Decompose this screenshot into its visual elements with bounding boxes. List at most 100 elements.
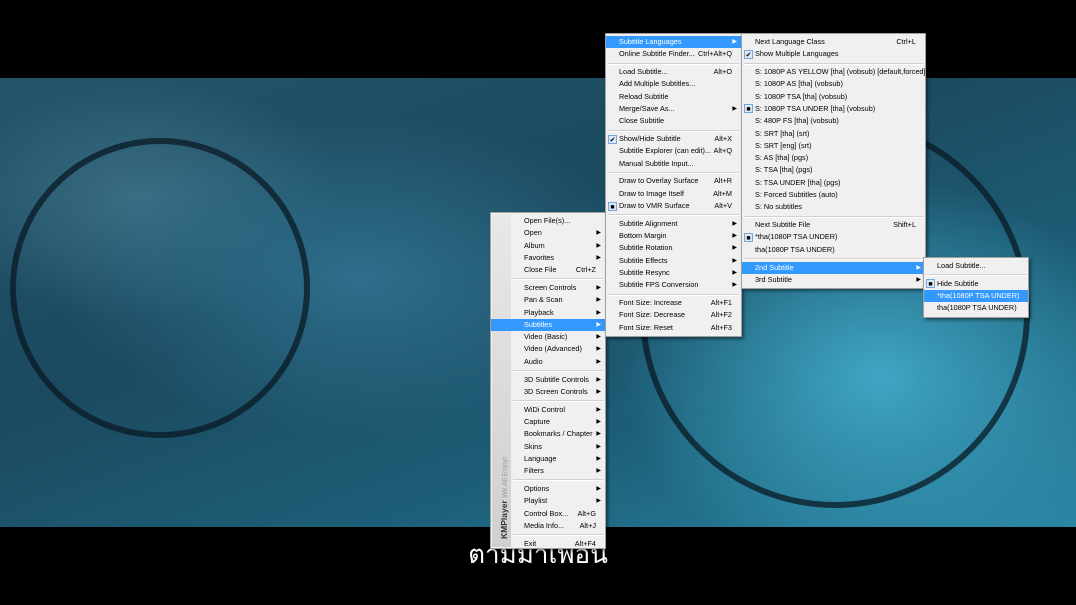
menu-item-shortcut: Alt+R — [713, 176, 732, 186]
menu-item-label: S: 480P FS [tha] (vobsub) — [755, 116, 839, 126]
menu-item-draw-to-image-itself[interactable]: Draw to Image Itself Alt+M — [606, 188, 741, 200]
menu-item-hide-subtitle[interactable]: ■ Hide Subtitle — [924, 278, 1028, 290]
menu-item-control-box[interactable]: Control Box... Alt+G — [491, 508, 605, 520]
submenu-arrow-icon: ▶ — [916, 264, 921, 271]
menu-item-audio[interactable]: Audio ▶ — [491, 356, 605, 368]
context-menu-main: KMPlayer We All Enjoy! Open File(s)... Op… — [490, 212, 606, 549]
submenu-arrow-icon: ▶ — [596, 388, 601, 395]
menu-item-label: Manual Subtitle Input... — [619, 158, 694, 168]
menu-item-s-1080p-as-tha-vobsub[interactable]: S: 1080P AS [tha] (vobsub) — [742, 78, 925, 90]
menu-item-label: Subtitle FPS Conversion — [619, 280, 699, 290]
menu-item-open[interactable]: Open ▶ — [491, 227, 605, 239]
menu-item-tha-1080p-tsa-under[interactable]: *tha(1080P TSA UNDER) — [924, 290, 1028, 303]
menu-item-show-hide-subtitle[interactable]: ✔ Show/Hide Subtitle Alt+X — [606, 133, 741, 145]
menu-item-subtitle-effects[interactable]: Subtitle Effects ▶ — [606, 255, 741, 267]
menu-item-s-1080p-as-yellow-tha-vobsub-default-forced[interactable]: S: 1080P AS YELLOW [tha] (vobsub) [defau… — [742, 66, 926, 78]
menu-item-s-srt-eng-srt[interactable]: S: SRT [eng] (srt) — [742, 140, 925, 152]
menu-item-video-basic[interactable]: Video (Basic) ▶ — [491, 331, 605, 343]
menu-item-label: S: SRT [tha] (srt) — [755, 128, 810, 138]
menu-item-s-tsa-under-tha-pgs[interactable]: S: TSA UNDER [tha] (pgs) — [742, 177, 925, 189]
menu-item-label: *tha(1080P TSA UNDER) — [937, 291, 1020, 301]
menu-item-show-multiple-languages[interactable]: ✔ Show Multiple Languages — [742, 48, 925, 60]
menu-item-open-file-s[interactable]: Open File(s)... — [491, 215, 605, 227]
menu-item-subtitle-explorer-can-edit[interactable]: Subtitle Explorer (can edit)... Alt+Q — [606, 145, 741, 157]
menu-item-label: S: 1080P AS [tha] (vobsub) — [755, 79, 843, 89]
menu-item-label: S: Forced Subtitles (auto) — [755, 190, 838, 200]
menu-item-pan-scan[interactable]: Pan & Scan ▶ — [491, 294, 605, 306]
menu-item-label: Capture — [524, 416, 550, 426]
menu-item-s-forced-subtitles-auto[interactable]: S: Forced Subtitles (auto) — [742, 189, 925, 201]
menu-item-playlist[interactable]: Playlist ▶ — [491, 495, 605, 507]
menu-item-options[interactable]: Options ▶ — [491, 483, 605, 495]
menu-item-label: Font Size: Decrease — [619, 310, 686, 320]
menu-item-merge-save-as[interactable]: Merge/Save As... ▶ — [606, 103, 741, 115]
menu-item-bottom-margin[interactable]: Bottom Margin ▶ — [606, 230, 741, 242]
menu-item-shortcut: Ctrl+Z — [575, 265, 596, 275]
menu-item-shortcut: Alt+V — [714, 201, 732, 211]
menu-item-label: WiDi Control — [524, 404, 565, 414]
menu-item-3d-screen-controls[interactable]: 3D Screen Controls ▶ — [491, 386, 605, 398]
menu-item-add-multiple-subtitles[interactable]: Add Multiple Subtitles... — [606, 78, 741, 90]
menu-item-font-size-increase[interactable]: Font Size: Increase Alt+F1 — [606, 297, 741, 309]
menu-item-label: S: 1080P TSA UNDER [tha] (vobsub) — [755, 103, 876, 113]
menu-item-label: tha(1080P TSA UNDER) — [937, 303, 1017, 313]
menu-item-font-size-reset[interactable]: Font Size: Reset Alt+F3 — [606, 322, 741, 334]
menu-item-tha-1080p-tsa-under[interactable]: ■ *tha(1080P TSA UNDER) — [742, 231, 925, 243]
menu-item-video-advanced[interactable]: Video (Advanced) ▶ — [491, 343, 605, 355]
menu-item-subtitle-resync[interactable]: Subtitle Resync ▶ — [606, 267, 741, 279]
menu-item-load-subtitle[interactable]: Load Subtitle... Alt+O — [606, 66, 741, 78]
menu-item-skins[interactable]: Skins ▶ — [491, 441, 605, 453]
menu-item-load-subtitle[interactable]: Load Subtitle... — [924, 260, 1028, 272]
menu-item-s-no-subtitles[interactable]: S: No subtitles — [742, 201, 925, 213]
menu-item-tha-1080p-tsa-under[interactable]: tha(1080P TSA UNDER) — [924, 302, 1028, 314]
menu-item-3d-subtitle-controls[interactable]: 3D Subtitle Controls ▶ — [491, 374, 605, 386]
menu-item-s-srt-tha-srt[interactable]: S: SRT [tha] (srt) — [742, 128, 925, 140]
menu-item-draw-to-overlay-surface[interactable]: Draw to Overlay Surface Alt+R — [606, 175, 741, 187]
menu-item-playback[interactable]: Playback ▶ — [491, 307, 605, 319]
menu-item-label: S: AS [tha] (pgs) — [755, 153, 809, 163]
menu-item-s-1080p-tsa-tha-vobsub[interactable]: S: 1080P TSA [tha] (vobsub) — [742, 91, 925, 103]
menu-item-close-subtitle[interactable]: Close Subtitle — [606, 115, 741, 127]
menu-item-next-language-class[interactable]: Next Language Class Ctrl+L — [742, 36, 925, 48]
submenu-arrow-icon: ▶ — [596, 498, 601, 505]
menu-item-screen-controls[interactable]: Screen Controls ▶ — [491, 282, 605, 294]
menu-item-language[interactable]: Language ▶ — [491, 453, 605, 465]
menu-item-filters[interactable]: Filters ▶ — [491, 465, 605, 477]
menu-item-bookmarks-chapter[interactable]: Bookmarks / Chapter ▶ — [491, 428, 605, 440]
menu-item-close-file[interactable]: Close File Ctrl+Z — [491, 264, 605, 276]
submenu-arrow-icon: ▶ — [596, 443, 601, 450]
menu-item-manual-subtitle-input[interactable]: Manual Subtitle Input... — [606, 158, 741, 170]
menu-item-label: Skins — [524, 441, 542, 451]
menu-item-label: Favorites — [524, 252, 555, 262]
menu-item-favorites[interactable]: Favorites ▶ — [491, 252, 605, 264]
menu-item-3rd-subtitle[interactable]: 3rd Subtitle ▶ — [742, 274, 925, 286]
menu-item-s-480p-fs-tha-vobsub[interactable]: S: 480P FS [tha] (vobsub) — [742, 115, 925, 127]
menu-item-reload-subtitle[interactable]: Reload Subtitle — [606, 91, 741, 103]
menu-item-draw-to-vmr-surface[interactable]: ■ Draw to VMR Surface Alt+V — [606, 200, 741, 212]
radio-dot-icon: ■ — [608, 201, 617, 211]
menu-item-capture[interactable]: Capture ▶ — [491, 416, 605, 428]
menu-item-s-as-tha-pgs[interactable]: S: AS [tha] (pgs) — [742, 152, 925, 164]
menu-item-s-1080p-tsa-under-tha-vobsub[interactable]: ■ S: 1080P TSA UNDER [tha] (vobsub) — [742, 103, 925, 115]
menu-item-label: S: TSA [tha] (pgs) — [755, 165, 813, 175]
menu-item-2nd-subtitle[interactable]: 2nd Subtitle ▶ — [742, 261, 925, 274]
menu-item-online-subtitle-finder[interactable]: Online Subtitle Finder... Ctrl+Alt+Q — [606, 48, 741, 60]
menu-item-subtitle-alignment[interactable]: Subtitle Alignment ▶ — [606, 218, 741, 230]
menu-item-media-info[interactable]: Media Info... Alt+J — [491, 520, 605, 532]
menu-item-subtitles[interactable]: Subtitles ▶ — [491, 318, 605, 332]
menu-item-font-size-decrease[interactable]: Font Size: Decrease Alt+F2 — [606, 309, 741, 321]
menu-item-album[interactable]: Album ▶ — [491, 240, 605, 252]
menu-item-label: Add Multiple Subtitles... — [619, 79, 696, 89]
submenu-arrow-icon: ▶ — [596, 468, 601, 475]
menu-item-label: S: 1080P TSA [tha] (vobsub) — [755, 91, 848, 101]
menu-item-exit[interactable]: Exit Alt+F4 — [491, 538, 605, 550]
menu-item-subtitle-rotation[interactable]: Subtitle Rotation ▶ — [606, 242, 741, 254]
menu-item-next-subtitle-file[interactable]: Next Subtitle File Shift+L — [742, 219, 925, 231]
menu-item-widi-control[interactable]: WiDi Control ▶ — [491, 404, 605, 416]
menu-item-label: Next Language Class — [755, 37, 825, 46]
menu-item-subtitle-fps-conversion[interactable]: Subtitle FPS Conversion ▶ — [606, 279, 741, 291]
menu-item-label: Draw to Image Itself — [619, 188, 684, 198]
menu-item-subtitle-languages[interactable]: Subtitle Languages ▶ — [606, 36, 741, 49]
menu-item-tha-1080p-tsa-under[interactable]: tha(1080P TSA UNDER) — [742, 244, 925, 256]
menu-item-s-tsa-tha-pgs[interactable]: S: TSA [tha] (pgs) — [742, 164, 925, 176]
